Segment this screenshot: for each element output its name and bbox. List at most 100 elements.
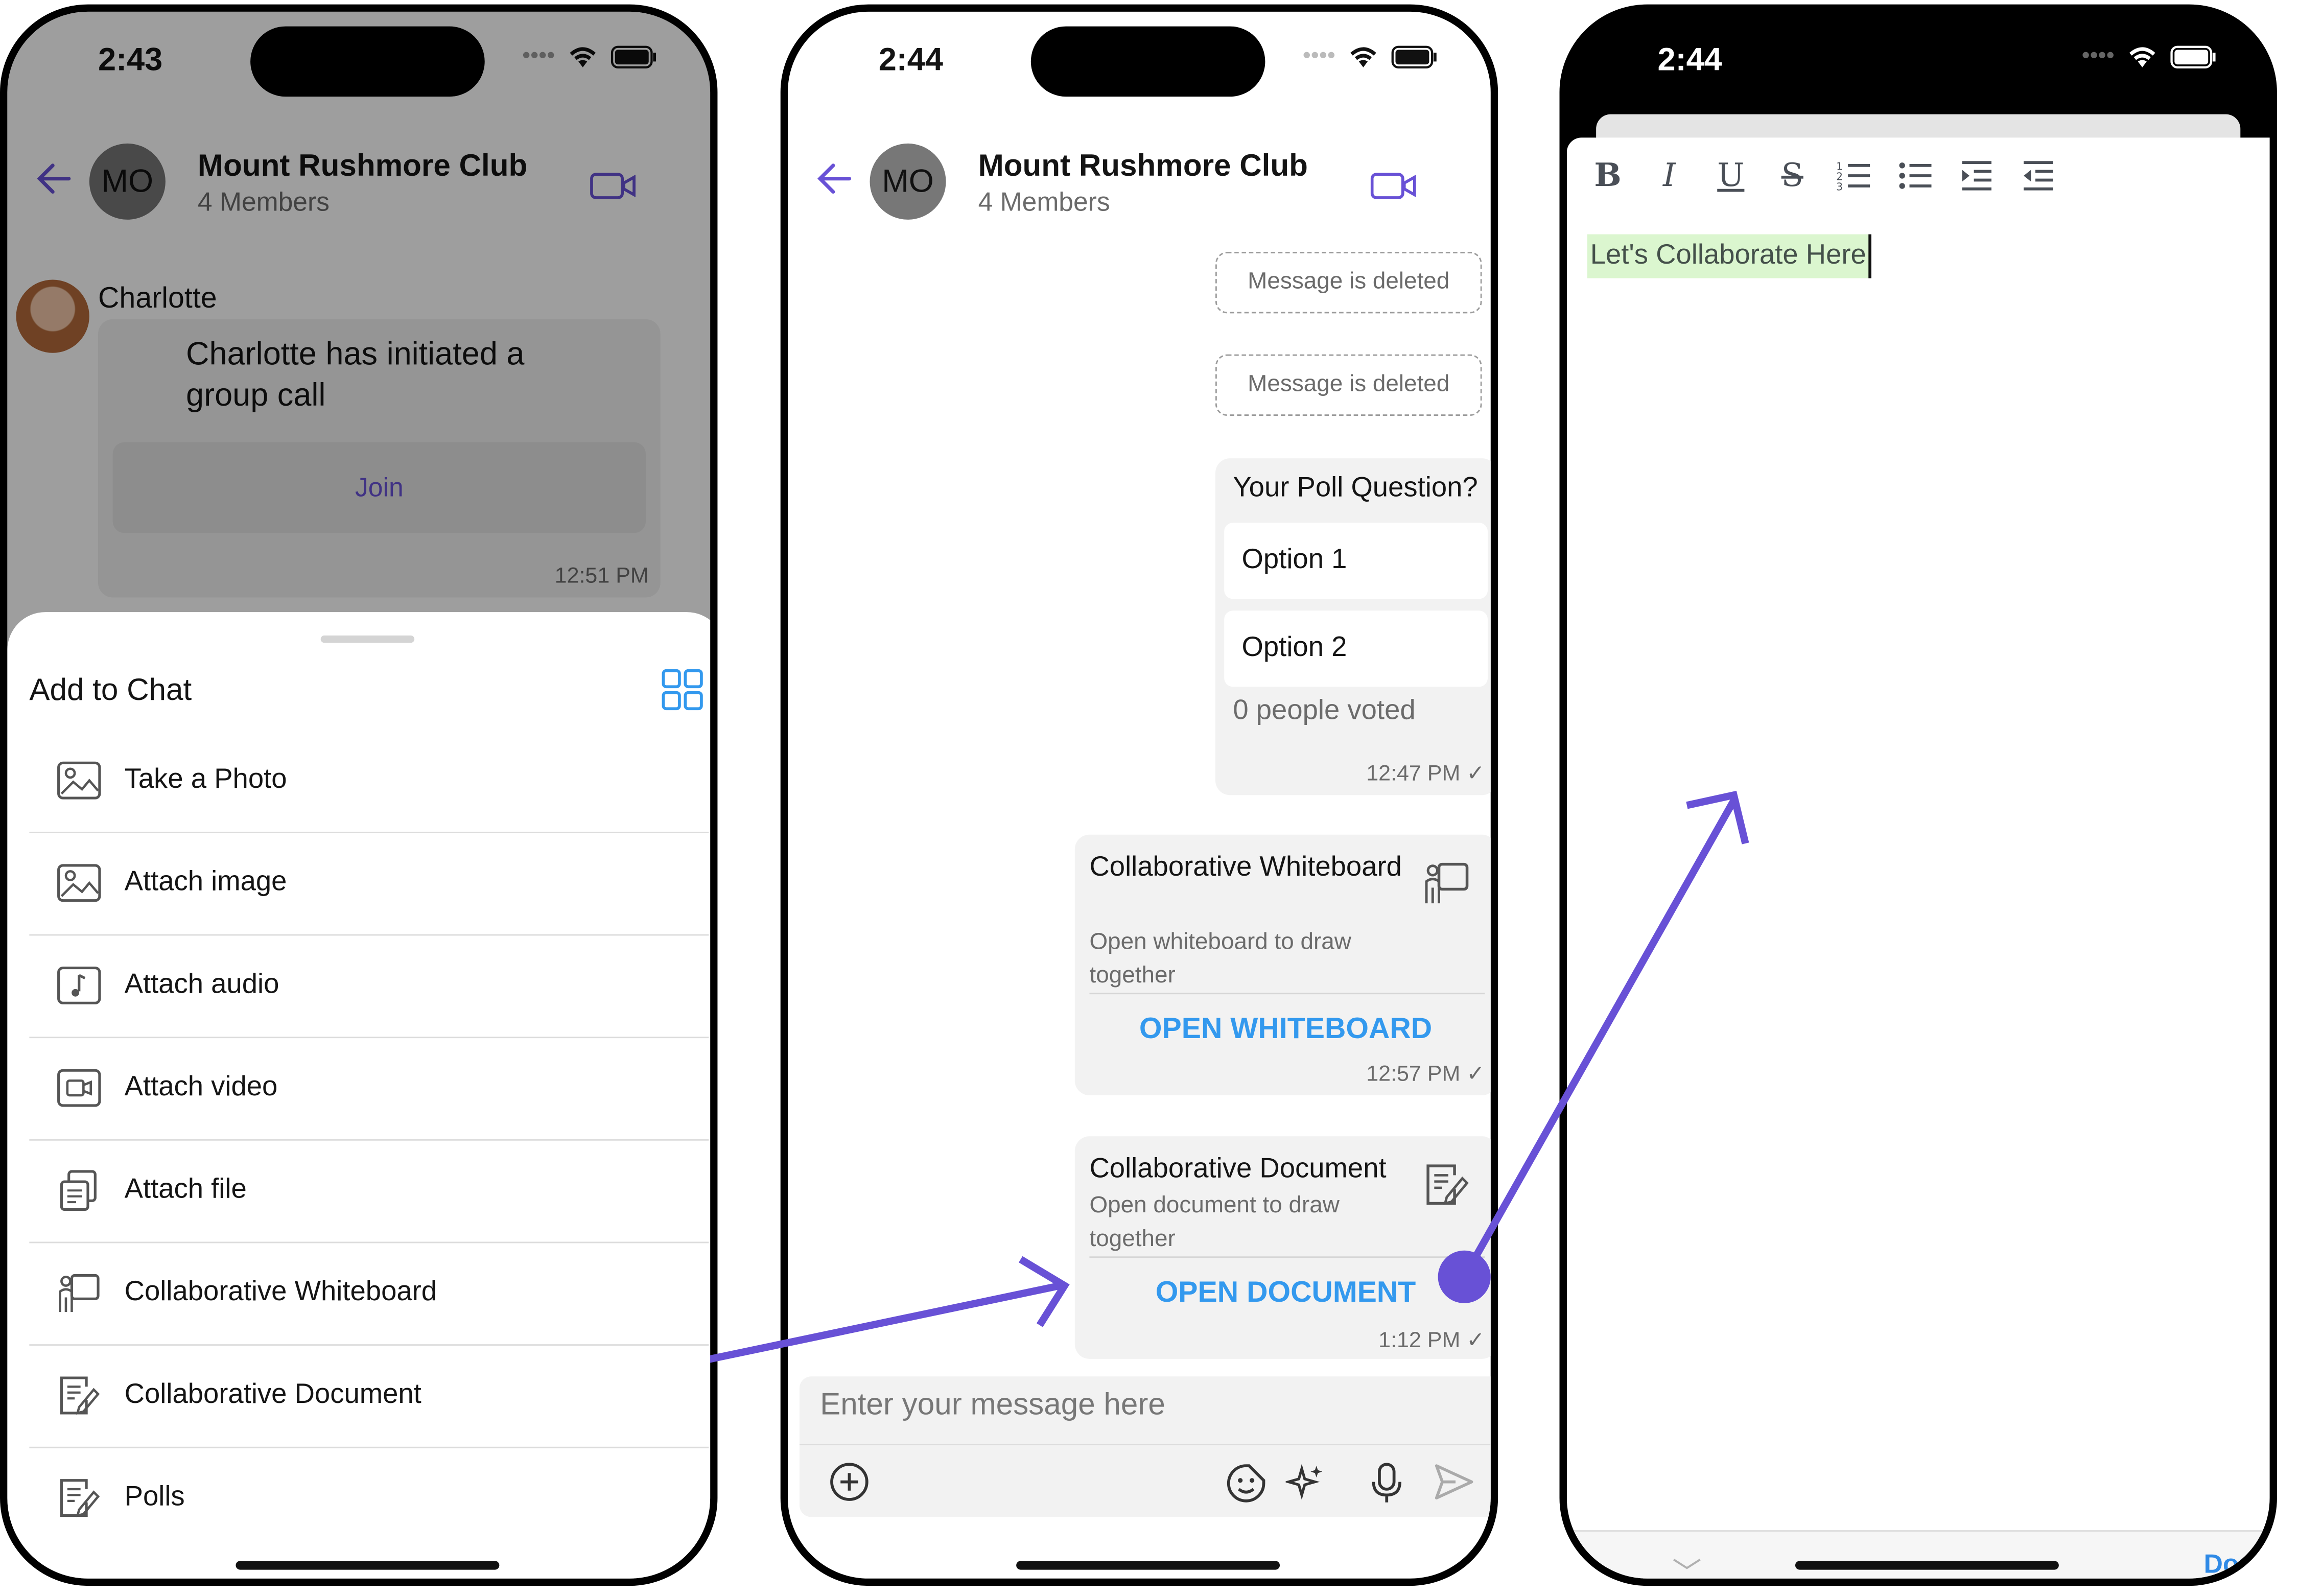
card-title: Collaborative Document [1089,1154,1387,1185]
status-icons: •••• [1303,44,1438,71]
document-editor: B I U S 123 Let's Collaborate Here ︿ ﹀ D… [1566,137,2270,1579]
composer-divider [799,1444,1491,1445]
message-time-row: 12:47 PM ✓ [1366,760,1485,787]
group-title: Mount Rushmore Club [978,149,1308,183]
dynamic-island [1030,26,1265,97]
option-label: Attach audio [124,969,279,1000]
option-label: Attach file [124,1174,247,1205]
document-card: Collaborative Document Open document to … [1074,1136,1491,1359]
status-icons: •••• [2082,44,2217,71]
sticker-icon[interactable] [1224,1461,1268,1505]
svg-text:3: 3 [1836,181,1843,192]
battery-icon [1391,45,1437,68]
outdent-icon[interactable] [2018,155,2059,196]
open-document-button[interactable]: OPEN DOCUMENT [1075,1277,1491,1310]
grid-icon[interactable] [661,668,705,712]
whiteboard-icon [54,1268,104,1318]
add-attachment-icon[interactable] [829,1461,870,1502]
option-collaborative-document[interactable]: Collaborative Document [29,1344,709,1448]
stage: 2:43 •••• MO Mount Rushmore Club 4 Membe… [0,0,2299,1596]
home-indicator[interactable] [1016,1561,1280,1570]
image-icon [54,756,104,805]
keyboard-accessory-bar: ︿ ﹀ Done [1566,1530,2270,1579]
option-label: Attach video [124,1072,278,1103]
audio-icon [54,960,104,1010]
whiteboard-card: Collaborative Whiteboard Open whiteboard… [1074,834,1491,1095]
option-label: Polls [124,1482,185,1513]
option-polls[interactable]: Polls [29,1447,709,1550]
deleted-message: Message is deleted [1215,354,1482,416]
phone-chat: 2:44 •••• MO Mount Rushmore Club 4 Membe… [780,4,1498,1586]
wifi-icon [2129,47,2155,67]
polls-icon [54,1473,104,1522]
option-attach-audio[interactable]: Attach audio [29,934,709,1039]
option-collaborative-whiteboard[interactable]: Collaborative Whiteboard [29,1242,709,1346]
signal-icon: •••• [2081,43,2115,69]
underline-button[interactable]: U [1710,155,1751,196]
group-avatar[interactable]: MO [870,143,946,220]
file-icon [54,1165,104,1215]
wifi-icon [1350,47,1376,67]
battery-icon [2170,45,2216,68]
message-input[interactable]: Enter your message here [820,1388,1165,1423]
whiteboard-icon [1425,862,1469,904]
read-check-icon: ✓ [1466,1061,1485,1087]
strikethrough-button[interactable]: S [1772,155,1813,196]
option-label: Attach image [124,866,287,898]
poll-question: Your Poll Question? [1233,473,1478,504]
option-attach-image[interactable]: Attach image [29,832,709,936]
message-time-row: 12:57 PM ✓ [1366,1060,1485,1087]
image-icon [54,858,104,908]
option-label: Collaborative Whiteboard [124,1277,437,1308]
message-time: 12:47 PM [1366,761,1461,787]
member-count: 4 Members [978,187,1110,217]
sheet-grabber[interactable] [320,635,415,643]
chevron-down-icon[interactable]: ﹀ [1672,1549,1701,1579]
option-label: Take a Photo [124,764,287,795]
poll-option[interactable]: Option 1 [1224,523,1488,599]
option-label: Collaborative Document [124,1379,421,1411]
card-divider [1089,1256,1485,1258]
poll-bubble: Your Poll Question? Option 1 Option 2 0 … [1215,458,1491,795]
italic-button[interactable]: I [1649,155,1690,196]
document-icon [1426,1164,1469,1205]
done-button[interactable]: Done [2204,1549,2270,1578]
option-attach-video[interactable]: Attach video [29,1037,709,1141]
signal-icon: •••• [1302,43,1335,69]
bold-button[interactable]: B [1587,155,1628,196]
open-whiteboard-button[interactable]: OPEN WHITEBOARD [1075,1013,1491,1047]
phone-document-editor: 2:44 •••• B I U S 123 Let's Collaborate … [1559,4,2277,1586]
numbered-list-icon[interactable]: 123 [1833,155,1874,196]
send-icon[interactable] [1432,1461,1476,1502]
phone-add-to-chat: 2:43 •••• MO Mount Rushmore Club 4 Membe… [0,4,718,1586]
sheet-title: Add to Chat [29,673,192,708]
home-indicator[interactable] [236,1561,500,1570]
message-time: 1:12 PM [1378,1328,1461,1353]
card-divider [1089,993,1485,995]
card-description: Open whiteboard to draw together [1089,930,1351,989]
home-indicator[interactable] [1795,1561,2059,1570]
card-title: Collaborative Whiteboard [1089,852,1402,883]
ai-sparkle-icon[interactable] [1285,1461,1327,1502]
chevron-up-icon[interactable]: ︿ [1599,1549,1628,1579]
add-to-chat-sheet: Add to Chat Take a Photo Attach image At… [7,612,711,1579]
document-text[interactable]: Let's Collaborate Here [1587,234,1872,278]
option-attach-file[interactable]: Attach file [29,1139,709,1243]
deleted-message: Message is deleted [1215,251,1482,314]
message-composer: Enter your message here [799,1376,1491,1517]
format-toolbar: B I U S 123 [1587,155,2059,196]
poll-option[interactable]: Option 2 [1224,611,1488,687]
status-time: 2:44 [878,41,943,78]
indent-icon[interactable] [1956,155,1997,196]
read-check-icon: ✓ [1466,1328,1485,1353]
poll-votes: 0 people voted [1233,695,1416,726]
video-call-icon[interactable] [1370,170,1418,202]
microphone-icon[interactable] [1368,1461,1406,1505]
read-check-icon: ✓ [1466,761,1485,787]
back-arrow-icon[interactable] [814,158,855,199]
document-icon [54,1371,104,1420]
message-time: 12:57 PM [1366,1061,1461,1087]
bullet-list-icon[interactable] [1895,155,1936,196]
card-description: Open document to draw together [1089,1193,1340,1252]
option-take-photo[interactable]: Take a Photo [29,729,709,833]
